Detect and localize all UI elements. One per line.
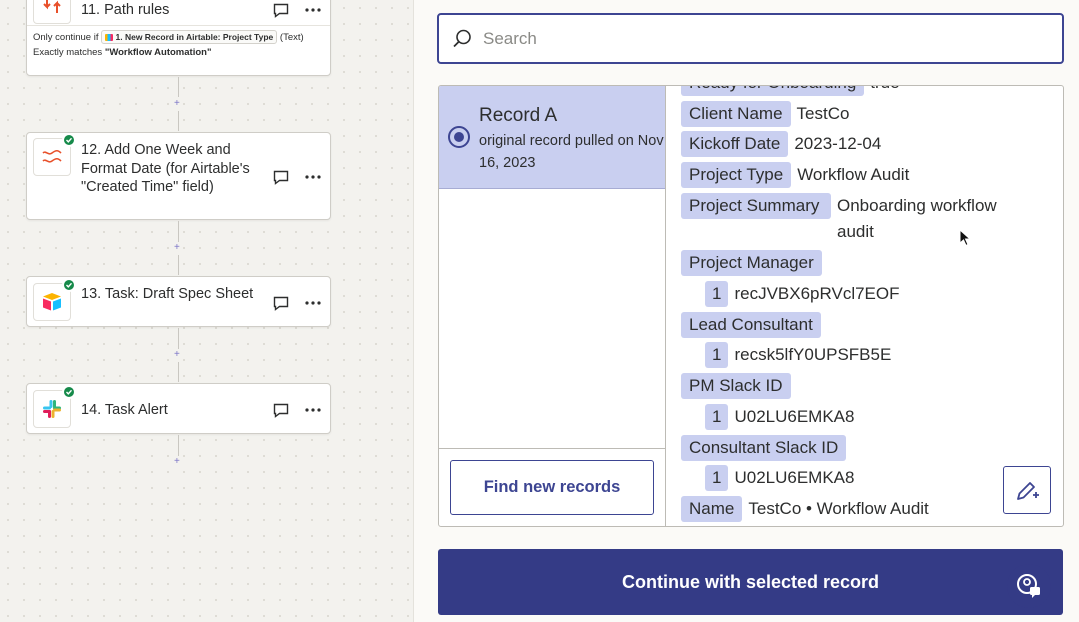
list-index: 1 xyxy=(705,281,729,307)
record-selection-panel: Record A original record pulled on Nov 1… xyxy=(414,0,1079,622)
list-index: 1 xyxy=(705,404,729,430)
field-pill: 1. New Record in Airtable: Project Type xyxy=(101,30,278,44)
connector-line xyxy=(178,221,179,242)
path-rule-summary: Only continue if 1. New Record in Airtab… xyxy=(27,25,330,67)
connector-line xyxy=(178,77,179,97)
add-step-plus-icon[interactable]: + xyxy=(174,350,180,360)
step-title: 12. Add One Week and Format Date (for Ai… xyxy=(81,142,250,195)
step-card-airtable-task[interactable]: 13. Task: Draft Spec Sheet xyxy=(26,276,331,327)
step-card-path-rules[interactable]: 11. Path rules Only continue if 1. New R… xyxy=(26,0,331,76)
help-chat-button[interactable] xyxy=(1007,564,1051,608)
field-value: Onboarding workflow audit xyxy=(837,196,997,241)
step-title: 13. Task: Draft Spec Sheet xyxy=(81,286,254,302)
airtable-icon xyxy=(33,278,76,321)
comment-icon[interactable] xyxy=(272,1,290,19)
field-value: recJVBX6pRVcl7EOF xyxy=(734,284,900,303)
comment-icon[interactable] xyxy=(272,168,290,186)
step-card-slack-alert[interactable]: 14. Task Alert xyxy=(26,383,331,434)
field-row: Ready for Onboarding true xyxy=(681,86,900,96)
connector-line xyxy=(178,255,179,275)
formatter-icon xyxy=(33,133,76,176)
records-container: Record A original record pulled on Nov 1… xyxy=(438,85,1064,527)
field-value: U02LU6EMKA8 xyxy=(734,468,855,487)
pencil-plus-icon xyxy=(1017,482,1039,500)
search-input[interactable] xyxy=(483,28,1043,49)
record-radio-selected[interactable] xyxy=(448,126,470,148)
success-check-icon xyxy=(62,278,76,292)
record-subtitle: original record pulled on Nov 16, 2023 xyxy=(479,133,664,171)
field-value: recsk5lfY0UPSFB5E xyxy=(734,345,892,364)
field-row: Project Summary Onboarding workflow audi… xyxy=(681,193,1037,245)
step-card-formatter[interactable]: 12. Add One Week and Format Date (for Ai… xyxy=(26,132,331,220)
field-key: Consultant Slack ID xyxy=(681,435,847,461)
field-value: 2023-12-04 xyxy=(794,134,882,153)
field-row: Project Manager xyxy=(681,250,822,276)
list-index: 1 xyxy=(705,465,729,491)
record-fields: Ready for Onboarding true Client Name Te… xyxy=(666,86,1063,526)
field-row: Client Name TestCo xyxy=(681,101,849,127)
zap-canvas[interactable]: 11. Path rules Only continue if 1. New R… xyxy=(0,0,414,622)
field-row: Lead Consultant xyxy=(681,312,821,338)
field-key: Lead Consultant xyxy=(681,312,821,338)
continue-with-selected-record-button[interactable]: Continue with selected record xyxy=(438,549,1063,615)
field-key: Kickoff Date xyxy=(681,131,789,157)
field-key: Project Type xyxy=(681,162,792,188)
add-step-plus-icon[interactable]: + xyxy=(174,243,180,253)
field-key: Client Name xyxy=(681,101,791,127)
field-key: PM Slack ID xyxy=(681,373,791,399)
field-subrow: 1 recJVBX6pRVcl7EOF xyxy=(681,281,900,307)
field-subrow: 1 U02LU6EMKA8 xyxy=(681,404,854,430)
field-row: Name TestCo • Workflow Audit xyxy=(681,496,929,522)
more-options-icon[interactable] xyxy=(304,401,322,419)
success-check-icon xyxy=(62,385,76,399)
field-value: Workflow Audit xyxy=(797,165,910,184)
connector-line xyxy=(178,111,179,131)
mouse-cursor-icon xyxy=(959,229,971,247)
support-chat-icon xyxy=(1017,574,1040,598)
more-options-icon[interactable] xyxy=(304,294,322,312)
field-pill-label: 1. New Record in Airtable: Project Type xyxy=(115,32,274,42)
rule-prefix: Only continue if xyxy=(33,32,99,43)
field-value: U02LU6EMKA8 xyxy=(734,407,855,426)
field-key: Project Summary xyxy=(681,193,831,219)
airtable-icon xyxy=(105,34,114,41)
connector-line xyxy=(178,328,179,349)
connector-line xyxy=(178,362,179,382)
edit-record-button[interactable] xyxy=(1003,466,1051,514)
field-subrow: 1 U02LU6EMKA8 xyxy=(681,465,854,491)
more-options-icon[interactable] xyxy=(304,168,322,186)
field-row: PM Slack ID xyxy=(681,373,791,399)
field-key: Project Manager xyxy=(681,250,822,276)
field-value: TestCo • Workflow Audit xyxy=(748,499,929,518)
add-step-plus-icon[interactable]: + xyxy=(174,99,180,109)
field-subrow: 1 recsk5lfY0UPSFB5E xyxy=(681,342,891,368)
record-item-a[interactable]: Record A original record pulled on Nov 1… xyxy=(439,86,665,189)
rule-operator: Exactly matches xyxy=(33,47,103,58)
field-value: TestCo xyxy=(796,104,850,123)
step-title: 14. Task Alert xyxy=(81,402,168,418)
rule-value: "Workflow Automation" xyxy=(104,47,212,58)
field-key: Ready for Onboarding xyxy=(681,86,865,96)
step-title: 11. Path rules xyxy=(81,2,170,18)
field-value: true xyxy=(870,86,899,96)
record-list: Record A original record pulled on Nov 1… xyxy=(439,86,666,526)
success-check-icon xyxy=(62,133,76,147)
search-box[interactable] xyxy=(437,13,1064,64)
comment-icon[interactable] xyxy=(272,401,290,419)
field-type: (Text) xyxy=(279,32,304,43)
field-row: Consultant Slack ID xyxy=(681,435,847,461)
comment-icon[interactable] xyxy=(272,294,290,312)
record-title: Record A xyxy=(479,105,558,126)
slack-icon xyxy=(33,385,76,428)
add-step-plus-icon[interactable]: + xyxy=(174,457,180,467)
list-index: 1 xyxy=(705,342,729,368)
connector-line xyxy=(178,435,179,456)
field-row: Kickoff Date 2023-12-04 xyxy=(681,131,881,157)
path-rules-icon xyxy=(33,0,71,24)
field-key: Name xyxy=(681,496,743,522)
search-icon xyxy=(453,29,471,47)
more-options-icon[interactable] xyxy=(304,1,322,19)
find-new-records-button[interactable]: Find new records xyxy=(450,460,654,515)
field-row: Project Type Workflow Audit xyxy=(681,162,909,188)
